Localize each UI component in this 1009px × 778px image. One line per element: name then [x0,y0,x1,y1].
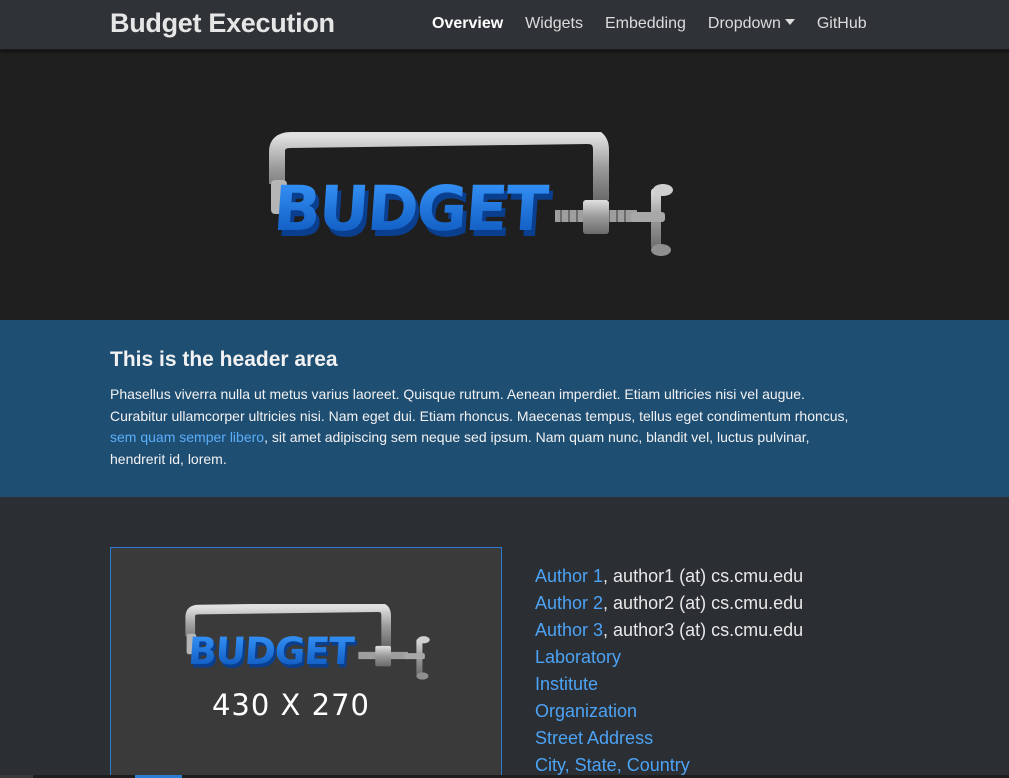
nav-overview[interactable]: Overview [432,15,503,33]
author-row: Author 2, author2 (at) cs.cmu.edu [535,590,803,617]
author-2-link[interactable]: Author 2 [535,593,603,613]
author-1-link[interactable]: Author 1 [535,566,603,586]
organization-link[interactable]: Organization [535,701,637,721]
header-paragraph: Phasellus viverra nulla ut metus varius … [110,384,850,470]
nav-dropdown[interactable]: Dropdown [708,15,795,33]
brand-link[interactable]: Budget Execution [110,8,335,39]
author-3-link[interactable]: Author 3 [535,620,603,640]
budget-clamp-logo: BUDGET BUDGET [269,132,673,256]
teaser-image: BUDGET BUDGET 430 X 270 [110,547,502,778]
header-text-start: Phasellus viverra nulla ut metus varius … [110,386,849,424]
author-1-email: , author1 (at) cs.cmu.edu [603,566,804,586]
author-row: Author 3, author3 (at) cs.cmu.edu [535,617,803,644]
street-address-link[interactable]: Street Address [535,728,653,748]
hero-banner: BUDGET BUDGET [0,50,1009,320]
thumb-logo-word: BUDGET [187,629,356,673]
nav-embedding[interactable]: Embedding [605,15,686,33]
logo-word: BUDGET [271,172,550,245]
affiliation-row: Laboratory [535,644,803,671]
budget-clamp-thumbnail: BUDGET BUDGET [185,604,430,680]
affiliation-row: Institute [535,671,803,698]
city-state-country-link[interactable]: City, State, Country [535,755,690,775]
header-inline-link[interactable]: sem quam semper libero [110,429,264,445]
nav-github[interactable]: GitHub [817,15,867,33]
nav-widgets[interactable]: Widgets [525,15,583,33]
nav-dropdown-label: Dropdown [707,15,781,32]
header-area: This is the header area Phasellus viverr… [0,320,1009,497]
author-list: Author 1, author1 (at) cs.cmu.edu Author… [535,563,803,778]
author-3-email: , author3 (at) cs.cmu.edu [603,620,804,640]
author-row: Author 1, author1 (at) cs.cmu.edu [535,563,803,590]
nav-links: Overview Widgets Embedding Dropdown GitH… [432,15,867,33]
main-content: BUDGET BUDGET 430 X 270 Author 1, author… [0,497,1009,778]
affiliation-row: Street Address [535,725,803,752]
author-2-email: , author2 (at) cs.cmu.edu [603,593,804,613]
thumbnail-size-label: 430 X 270 [211,688,370,722]
navbar: Budget Execution Overview Widgets Embedd… [0,0,1009,50]
thumbnail-caption: 430 X 270 [111,688,501,722]
header-title: This is the header area [110,348,338,371]
laboratory-link[interactable]: Laboratory [535,647,621,667]
affiliation-row: Organization [535,698,803,725]
institute-link[interactable]: Institute [535,674,598,694]
caret-down-icon [784,18,795,25]
